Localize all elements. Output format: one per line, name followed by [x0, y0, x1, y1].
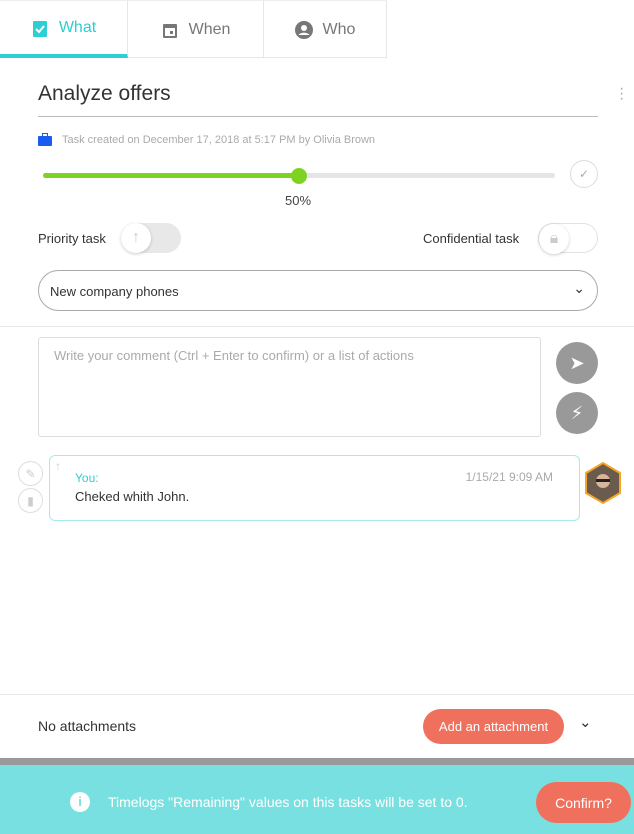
tab-who[interactable]: Who: [264, 1, 387, 58]
divider: [0, 326, 634, 327]
tab-when[interactable]: When: [128, 1, 264, 58]
briefcase-icon: [38, 133, 52, 146]
task-created-text: Task created on December 17, 2018 at 5:1…: [62, 133, 376, 146]
edit-comment-button[interactable]: ✎: [18, 461, 43, 486]
chevron-down-icon: ⌄: [573, 280, 585, 296]
delete-comment-button[interactable]: ▮: [18, 488, 43, 513]
comment-author: You:: [75, 471, 99, 485]
progress-label: 50%: [285, 193, 312, 208]
arrow-up-icon: ↑: [121, 223, 151, 253]
tab-label: Who: [322, 20, 356, 38]
progress-handle[interactable]: [291, 168, 307, 184]
trash-icon: ▮: [27, 493, 34, 508]
confidential-label: Confidential task: [423, 231, 520, 246]
pencil-icon: ✎: [25, 466, 36, 481]
confirm-button[interactable]: Confirm?: [536, 782, 631, 823]
complete-check-button[interactable]: ✓: [570, 160, 598, 188]
project-select[interactable]: New company phones ⌄: [38, 270, 598, 311]
attachments-bar: No attachments Add an attachment ⌄: [0, 694, 634, 758]
more-vert-icon[interactable]: · · ·: [619, 81, 624, 107]
comment-text: Cheked whith John.: [75, 489, 190, 504]
project-select-value: New company phones: [50, 284, 179, 299]
comment-time: 1/15/21 9:09 AM: [465, 470, 553, 484]
banner-message: Timelogs "Remaining" values on this task…: [108, 794, 468, 810]
comment-input[interactable]: Write your comment (Ctrl + Enter to conf…: [38, 337, 541, 437]
avatar: [585, 462, 621, 504]
task-title[interactable]: Analyze offers: [38, 82, 598, 117]
send-icon: ➤: [569, 352, 585, 373]
tab-what[interactable]: What: [0, 1, 128, 58]
account-circle-icon: [294, 20, 313, 39]
comment-placeholder: Write your comment (Ctrl + Enter to conf…: [54, 348, 414, 363]
priority-toggle[interactable]: ↑: [121, 223, 181, 253]
arrow-up-icon: ↑: [55, 459, 61, 473]
tab-label: When: [188, 20, 231, 38]
tab-bar: What When Who: [0, 0, 387, 58]
attachments-label: No attachments: [38, 718, 137, 734]
send-button[interactable]: ➤: [556, 342, 598, 384]
lightning-icon: ⚡︎: [570, 402, 584, 423]
chevron-down-icon[interactable]: ⌄: [579, 713, 592, 731]
confidential-toggle[interactable]: 🔒︎: [538, 223, 598, 254]
calendar-icon: [162, 23, 177, 38]
tab-label: What: [58, 18, 97, 36]
clipboard-check-icon: [32, 20, 47, 37]
progress-fill: [43, 173, 299, 178]
confirm-banner: i Timelogs "Remaining" values on this ta…: [0, 758, 634, 834]
task-meta: Task created on December 17, 2018 at 5:1…: [38, 133, 375, 146]
actions-button[interactable]: ⚡︎: [556, 392, 598, 434]
add-attachment-button[interactable]: Add an attachment: [423, 709, 564, 744]
comment-item: ↑ You: 1/15/21 9:09 AM Cheked whith John…: [49, 455, 580, 521]
priority-label: Priority task: [38, 231, 106, 246]
info-icon: i: [70, 792, 90, 812]
lock-icon: 🔒︎: [539, 224, 569, 254]
